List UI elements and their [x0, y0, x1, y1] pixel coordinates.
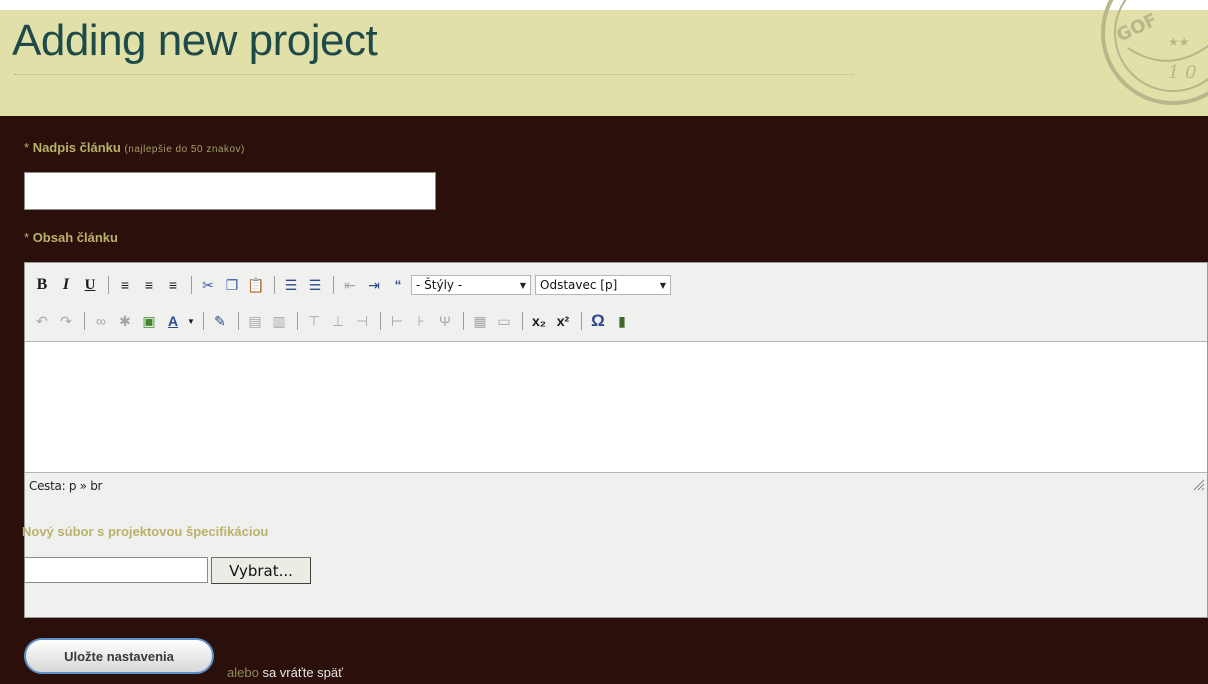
toolbar-separator — [522, 312, 523, 330]
stamp-logo: GOF ★★ 1 0 — [1101, 0, 1208, 105]
delete-row-button[interactable]: ⊣ — [351, 310, 373, 332]
toolbar-separator — [238, 312, 239, 330]
superscript-button[interactable]: x² — [552, 310, 574, 332]
outdent-button[interactable]: ⇤ — [339, 274, 361, 296]
toolbar-separator — [274, 276, 275, 294]
styles-select[interactable]: - Štýly - ▼ — [411, 275, 531, 295]
align-center-button[interactable]: ≡ — [138, 274, 160, 296]
chevron-down-icon: ▼ — [519, 280, 527, 290]
svg-text:★★: ★★ — [1168, 35, 1190, 49]
link-button[interactable]: ∞ — [90, 310, 112, 332]
editor-toolbar-2: ↶ ↷ ∞ ✱ ▣ A ▼ ✎ ▤ ▥ ⊤ ⊥ ⊣ ⊢ ⊦ Ψ ▦ ▭ x₂ x… — [31, 307, 635, 335]
text-color-button[interactable]: A — [162, 310, 184, 332]
paste-button[interactable]: 📋 — [245, 274, 267, 296]
content-label: * Obsah článku — [24, 230, 118, 245]
bold-button[interactable]: B — [31, 274, 53, 296]
underline-button[interactable]: U — [79, 274, 101, 296]
subscript-button[interactable]: x₂ — [528, 310, 550, 332]
image-button[interactable]: ▣ — [138, 310, 160, 332]
format-select[interactable]: Odstavec [p] ▼ — [535, 275, 671, 295]
back-line: alebo sa vráťte späť — [227, 665, 343, 680]
media-button[interactable]: ▮ — [611, 310, 633, 332]
article-title-input[interactable] — [24, 172, 436, 210]
insert-row-after-button[interactable]: ⊥ — [327, 310, 349, 332]
chevron-down-icon[interactable]: ▼ — [186, 310, 196, 332]
svg-text:GOF: GOF — [1113, 9, 1160, 46]
insert-col-before-button[interactable]: ⊢ — [386, 310, 408, 332]
cut-button[interactable]: ✂ — [197, 274, 219, 296]
toolbar-separator — [581, 312, 582, 330]
insert-col-after-button[interactable]: ⊦ — [410, 310, 432, 332]
editor-content-area[interactable] — [25, 341, 1207, 473]
project-form: * Nadpis článku (najlepšie do 50 znakov)… — [0, 116, 1208, 684]
toolbar-separator — [297, 312, 298, 330]
file-path-input[interactable] — [24, 557, 208, 583]
resize-grip-icon[interactable] — [1189, 475, 1205, 491]
toolbar-separator — [84, 312, 85, 330]
indent-button[interactable]: ⇥ — [363, 274, 385, 296]
or-text: alebo — [227, 665, 259, 680]
edit-html-button[interactable]: ✎ — [209, 310, 231, 332]
toolbar-separator — [191, 276, 192, 294]
page-title: Adding new project — [12, 16, 378, 65]
title-underline — [14, 74, 854, 75]
toolbar-separator — [108, 276, 109, 294]
svg-text:1 0: 1 0 — [1168, 62, 1197, 83]
align-right-button[interactable]: ≡ — [162, 274, 184, 296]
toolbar-separator — [380, 312, 381, 330]
page-header: Adding new project GOF ★★ 1 0 — [0, 0, 1208, 116]
align-left-button[interactable]: ≡ — [114, 274, 136, 296]
delete-col-button[interactable]: Ψ — [434, 310, 456, 332]
redo-button[interactable]: ↷ — [55, 310, 77, 332]
file-label: Nový súbor s projektovou špecifikáciou — [22, 524, 269, 539]
unlink-button[interactable]: ✱ — [114, 310, 136, 332]
back-link[interactable]: sa vráťte späť — [262, 665, 343, 680]
table-row-props-button[interactable]: ▤ — [244, 310, 266, 332]
blockquote-button[interactable]: “ — [387, 274, 409, 296]
toolbar-separator — [333, 276, 334, 294]
merge-cells-button[interactable]: ▭ — [493, 310, 515, 332]
toolbar-separator — [463, 312, 464, 330]
title-hint: (najlepšie do 50 znakov) — [124, 144, 245, 155]
split-cells-button[interactable]: ▦ — [469, 310, 491, 332]
undo-button[interactable]: ↶ — [31, 310, 53, 332]
chevron-down-icon: ▼ — [659, 280, 667, 290]
editor-path: Cesta: p » br — [29, 479, 103, 493]
copy-button[interactable]: ❐ — [221, 274, 243, 296]
numbered-list-button[interactable]: ☰ — [304, 274, 326, 296]
browse-button[interactable]: Vybrat... — [211, 557, 311, 584]
special-char-button[interactable]: Ω — [587, 310, 609, 332]
title-label: * Nadpis článku (najlepšie do 50 znakov) — [24, 140, 245, 155]
italic-button[interactable]: I — [55, 274, 77, 296]
insert-row-before-button[interactable]: ⊤ — [303, 310, 325, 332]
toolbar-separator — [203, 312, 204, 330]
table-cell-props-button[interactable]: ▥ — [268, 310, 290, 332]
bullet-list-button[interactable]: ☰ — [280, 274, 302, 296]
editor-toolbar-1: B I U ≡ ≡ ≡ ✂ ❐ 📋 ☰ ☰ ⇤ ⇥ “ - Štýly - ▼ … — [31, 271, 675, 299]
save-button[interactable]: Uložte nastavenia — [24, 638, 214, 674]
